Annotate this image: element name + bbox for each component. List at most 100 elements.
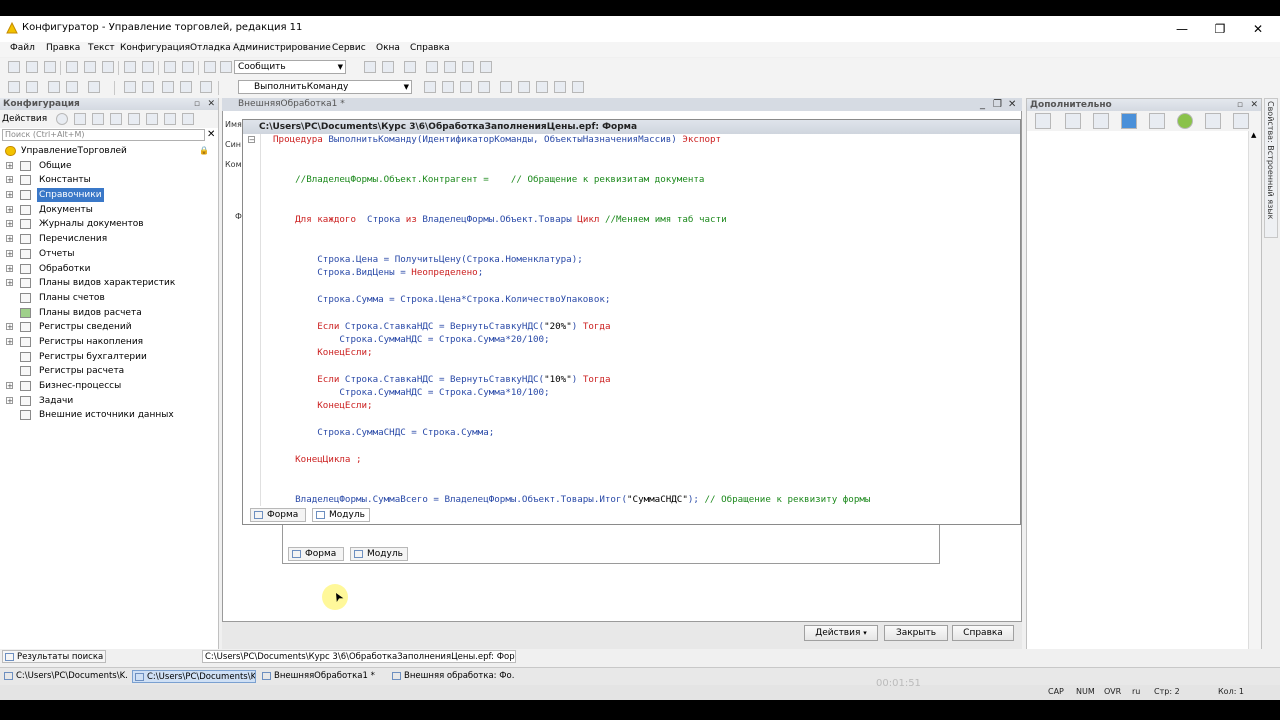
- tree-item-enums[interactable]: + Перечисления: [0, 232, 218, 247]
- menu-windows[interactable]: Окна: [376, 43, 400, 53]
- tree-item-business-processes[interactable]: + Бизнес-процессы: [0, 379, 218, 394]
- search-icon[interactable]: [1233, 113, 1249, 129]
- collapse-icon[interactable]: −: [248, 136, 255, 144]
- code-editor[interactable]: − Процедура ВыполнитьКоманду(Идентификат…: [244, 134, 1020, 506]
- preview-icon[interactable]: [142, 61, 154, 73]
- step-into-icon[interactable]: [460, 81, 472, 93]
- tree-item-journals[interactable]: + Журналы документов: [0, 217, 218, 232]
- scrollbar[interactable]: ▲ ▼: [1248, 131, 1261, 663]
- search-icon[interactable]: [220, 61, 232, 73]
- tree-item-accum-registers[interactable]: + Регистры накопления: [0, 335, 218, 350]
- search-combo[interactable]: Сообщить ▼: [234, 60, 346, 74]
- filter-icon[interactable]: [182, 113, 194, 125]
- module-icon[interactable]: [142, 81, 154, 93]
- tree-item-calc-registers[interactable]: Регистры расчета: [0, 364, 218, 379]
- settings-icon[interactable]: [554, 81, 566, 93]
- menu-service[interactable]: Сервис: [332, 43, 366, 53]
- load-icon[interactable]: [48, 81, 60, 93]
- tree-item-general[interactable]: + Общие: [0, 159, 218, 174]
- compare-icon[interactable]: [66, 81, 78, 93]
- tree-item-external-sources[interactable]: Внешние источники данных: [0, 408, 218, 423]
- task-window-2[interactable]: C:\Users\PC\Documents\K...: [132, 670, 256, 683]
- template-icon[interactable]: [462, 61, 474, 73]
- info-icon[interactable]: [480, 61, 492, 73]
- move-up-icon[interactable]: [128, 113, 140, 125]
- comment-icon[interactable]: [162, 81, 174, 93]
- close-button[interactable]: Закрыть: [884, 625, 948, 641]
- debug-icon[interactable]: [426, 61, 438, 73]
- print-icon[interactable]: [124, 61, 136, 73]
- ok-icon[interactable]: [1177, 113, 1193, 129]
- tree-item-accounts[interactable]: Планы счетов: [0, 291, 218, 306]
- delete-icon[interactable]: [110, 113, 122, 125]
- find-prev-icon[interactable]: [382, 61, 394, 73]
- cut-icon[interactable]: [66, 61, 78, 73]
- syntax-icon[interactable]: [444, 61, 456, 73]
- undo-icon[interactable]: [164, 61, 176, 73]
- save-icon[interactable]: [44, 61, 56, 73]
- run-icon[interactable]: [88, 81, 100, 93]
- help-button[interactable]: Справка: [952, 625, 1014, 641]
- tools-icon[interactable]: [536, 81, 548, 93]
- tab-module[interactable]: Модуль: [350, 547, 408, 561]
- task-window-1[interactable]: C:\Users\PC\Documents\K...: [2, 670, 128, 683]
- window-icon[interactable]: [404, 61, 416, 73]
- new-file-icon[interactable]: [8, 61, 20, 73]
- tree-item-reports[interactable]: + Отчеты: [0, 247, 218, 262]
- config-search-input[interactable]: Поиск (Ctrl+Alt+M): [2, 129, 205, 141]
- breakpoint-icon[interactable]: [424, 81, 436, 93]
- sort-icon[interactable]: [164, 113, 176, 125]
- actions-button[interactable]: Действия ▾: [804, 625, 878, 641]
- tree-item-calc-types[interactable]: Планы видов расчета: [0, 306, 218, 321]
- menu-edit[interactable]: Правка: [46, 43, 80, 53]
- open-icon[interactable]: [26, 61, 38, 73]
- tab-form[interactable]: Форма: [288, 547, 344, 561]
- minimize-icon[interactable]: —: [1162, 18, 1202, 40]
- tree-icon[interactable]: [1149, 113, 1165, 129]
- task-window-4[interactable]: Внешняя обработка: Фо...: [390, 670, 514, 683]
- restore-icon[interactable]: ❐: [993, 98, 1002, 111]
- edit-icon[interactable]: [74, 113, 86, 125]
- close-icon[interactable]: ✕: [1238, 18, 1278, 40]
- close-icon[interactable]: ✕: [207, 98, 215, 110]
- structure-icon[interactable]: [1035, 113, 1051, 129]
- tab-form[interactable]: Форма: [250, 508, 306, 522]
- form-icon[interactable]: [124, 81, 136, 93]
- more-icon[interactable]: [572, 81, 584, 93]
- minimize-icon[interactable]: _: [980, 98, 985, 111]
- menu-configuration[interactable]: Конфигурация: [120, 43, 190, 53]
- pin-icon[interactable]: ▫: [1237, 99, 1243, 111]
- tree-item-char-types[interactable]: + Планы видов характеристик: [0, 276, 218, 291]
- tree-root[interactable]: УправлениеТорговлей 🔒: [0, 144, 218, 159]
- config-icon[interactable]: [8, 81, 20, 93]
- task-window-3[interactable]: ВнешняяОбработка1 *: [260, 670, 384, 683]
- copy-icon[interactable]: [92, 113, 104, 125]
- close-icon[interactable]: ✕: [1250, 99, 1258, 111]
- redo-icon[interactable]: [182, 61, 194, 73]
- add-icon[interactable]: [56, 113, 68, 125]
- minus-icon[interactable]: [1121, 113, 1137, 129]
- move-down-icon[interactable]: [146, 113, 158, 125]
- active-file-tab[interactable]: C:\Users\PC\Documents\Курс 3\6\Обработка…: [202, 650, 516, 663]
- eval-icon[interactable]: [518, 81, 530, 93]
- menu-administration[interactable]: Администрирование: [233, 43, 331, 53]
- tree-item-documents[interactable]: + Документы: [0, 203, 218, 218]
- export-icon[interactable]: [1205, 113, 1221, 129]
- actions-dropdown[interactable]: Действия: [2, 114, 47, 124]
- menu-debug[interactable]: Отладка: [190, 43, 231, 53]
- menu-file[interactable]: Файл: [10, 43, 35, 53]
- format-icon[interactable]: [200, 81, 212, 93]
- menu-help[interactable]: Справка: [410, 43, 450, 53]
- step-icon[interactable]: [442, 81, 454, 93]
- find-icon[interactable]: [204, 61, 216, 73]
- tree-item-catalogs[interactable]: + Справочники: [0, 188, 218, 203]
- tree-item-tasks[interactable]: + Задачи: [0, 394, 218, 409]
- find-next-icon[interactable]: [364, 61, 376, 73]
- scroll-up-icon[interactable]: ▲: [1251, 131, 1256, 139]
- key-icon[interactable]: [1065, 113, 1081, 129]
- menu-text[interactable]: Текст: [88, 43, 115, 53]
- stop-icon[interactable]: [478, 81, 490, 93]
- paste-icon[interactable]: [102, 61, 114, 73]
- tree-item-acc-registers[interactable]: Регистры бухгалтерии: [0, 350, 218, 365]
- pin-icon[interactable]: ▫: [194, 98, 200, 110]
